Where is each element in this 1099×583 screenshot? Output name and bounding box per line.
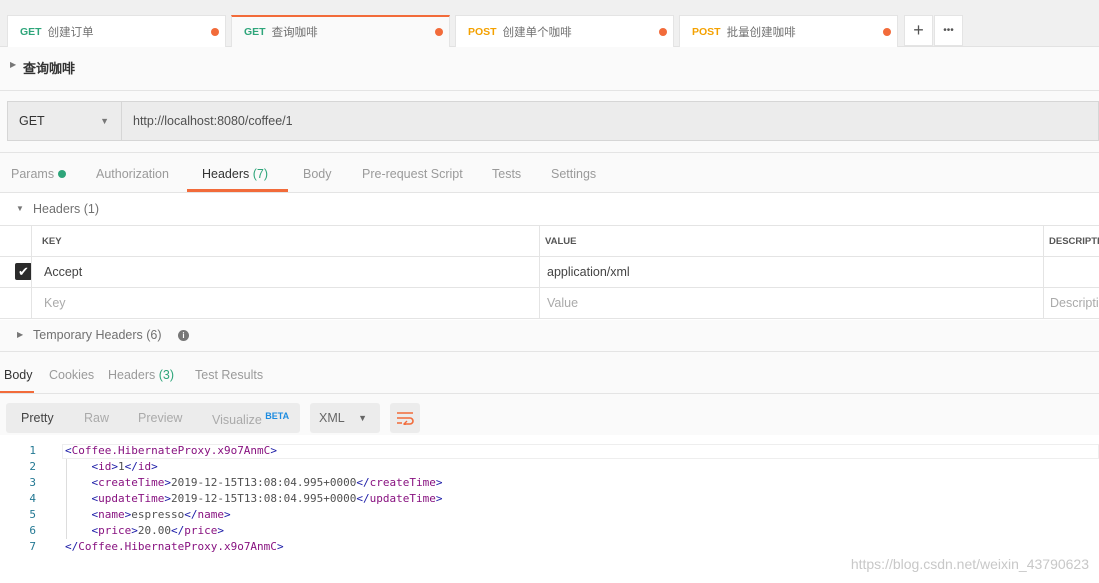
- unsaved-dot-icon: [659, 27, 667, 36]
- request-tab[interactable]: POST 创建单个咖啡: [455, 15, 674, 47]
- chevron-down-icon: ▼: [358, 413, 367, 423]
- collapse-caret-icon[interactable]: ▼: [16, 204, 24, 213]
- tab-settings[interactable]: Settings: [551, 155, 596, 192]
- url-input[interactable]: http://localhost:8080/coffee/1: [122, 101, 1099, 141]
- code-line: 3 <createTime>2019-12-15T13:08:04.995+00…: [16, 475, 442, 491]
- params-indicator-dot: [58, 169, 67, 178]
- headers-section-title[interactable]: Headers (1): [33, 202, 99, 216]
- code-line: 4 <updateTime>2019-12-15T13:08:04.995+00…: [16, 491, 442, 507]
- code-line: 2 <id>1</id>: [16, 459, 443, 475]
- unsaved-dot-icon: [435, 28, 443, 36]
- tab-authorization[interactable]: Authorization: [96, 155, 169, 192]
- line-number: 3: [29, 476, 36, 489]
- method-badge: POST: [692, 25, 721, 38]
- tab-title: 查询咖啡: [271, 27, 318, 39]
- request-tab[interactable]: POST 批量创建咖啡: [679, 15, 898, 47]
- column-header-key: KEY: [42, 236, 62, 247]
- preview-button[interactable]: Preview: [138, 411, 182, 425]
- watermark: https://blog.csdn.net/weixin_43790623: [850, 556, 1089, 572]
- visualize-button[interactable]: Visualize BETA: [212, 411, 289, 427]
- temporary-headers-toggle[interactable]: Temporary Headers (6): [33, 328, 162, 342]
- method-badge: GET: [244, 26, 266, 38]
- expand-caret-icon[interactable]: ▶: [10, 60, 16, 69]
- request-tab[interactable]: GET 查询咖啡: [231, 15, 450, 47]
- add-tab-button[interactable]: +: [904, 15, 933, 46]
- new-key-input[interactable]: Key: [44, 296, 66, 310]
- code-line: 7 </Coffee.HibernateProxy.x9o7AnmC>: [16, 539, 443, 555]
- line-number: 2: [29, 460, 36, 473]
- tab-headers[interactable]: Headers (7): [202, 155, 268, 192]
- tab-body[interactable]: Body: [303, 155, 332, 192]
- unsaved-dot-icon: [883, 27, 891, 36]
- column-header-description: DESCRIPTI: [1049, 236, 1099, 247]
- response-tab-headers[interactable]: Headers (3): [108, 356, 174, 393]
- request-tab[interactable]: GET 创建订单: [7, 15, 226, 47]
- tab-tests[interactable]: Tests: [492, 155, 521, 192]
- code-line: 5 <name>espresso</name>: [16, 507, 443, 523]
- line-number: 5: [29, 508, 36, 521]
- expand-caret-icon[interactable]: ▶: [17, 330, 23, 339]
- response-tab-test-results[interactable]: Test Results: [195, 356, 263, 393]
- chevron-down-icon: ▼: [100, 116, 109, 126]
- new-value-input[interactable]: Value: [547, 296, 578, 310]
- line-number: 1: [29, 444, 36, 457]
- tab-title: 批量创建咖啡: [726, 26, 796, 39]
- tab-pre-request-script[interactable]: Pre-request Script: [362, 155, 463, 192]
- wrap-lines-button[interactable]: [390, 403, 420, 433]
- wrap-icon: [397, 412, 414, 425]
- header-key-cell[interactable]: Accept: [44, 265, 82, 279]
- response-body-editor[interactable]: 1 <Coffee.HibernateProxy.x9o7AnmC> 2 <id>1…: [16, 443, 443, 555]
- code-line: 6 <price>20.00</price>: [16, 523, 443, 539]
- response-tab-cookies[interactable]: Cookies: [49, 356, 94, 393]
- method-badge: GET: [20, 25, 42, 38]
- header-value-cell[interactable]: application/xml: [547, 265, 630, 279]
- line-number: 4: [29, 492, 36, 505]
- tab-title: 创建订单: [47, 26, 94, 39]
- column-header-value: VALUE: [545, 236, 577, 247]
- method-value: GET: [19, 114, 45, 128]
- method-badge: POST: [468, 25, 497, 38]
- line-number: 7: [29, 540, 36, 553]
- method-select[interactable]: GET ▼: [7, 101, 122, 141]
- pretty-button[interactable]: Pretty: [21, 411, 54, 425]
- line-number: 6: [29, 524, 36, 537]
- code-line: 1 <Coffee.HibernateProxy.x9o7AnmC>: [16, 443, 443, 459]
- tab-title: 创建单个咖啡: [502, 26, 572, 39]
- more-tabs-button[interactable]: •••: [934, 15, 963, 46]
- info-icon[interactable]: i: [178, 330, 189, 341]
- raw-button[interactable]: Raw: [84, 411, 109, 425]
- new-description-input[interactable]: Descripti: [1050, 296, 1099, 310]
- format-select[interactable]: XML ▼: [310, 403, 380, 433]
- header-enabled-checkbox[interactable]: ✔: [15, 263, 32, 280]
- tab-params[interactable]: Params: [11, 155, 67, 192]
- request-name: 查询咖啡: [23, 61, 76, 76]
- unsaved-dot-icon: [211, 27, 219, 36]
- response-tab-body[interactable]: Body: [4, 356, 33, 393]
